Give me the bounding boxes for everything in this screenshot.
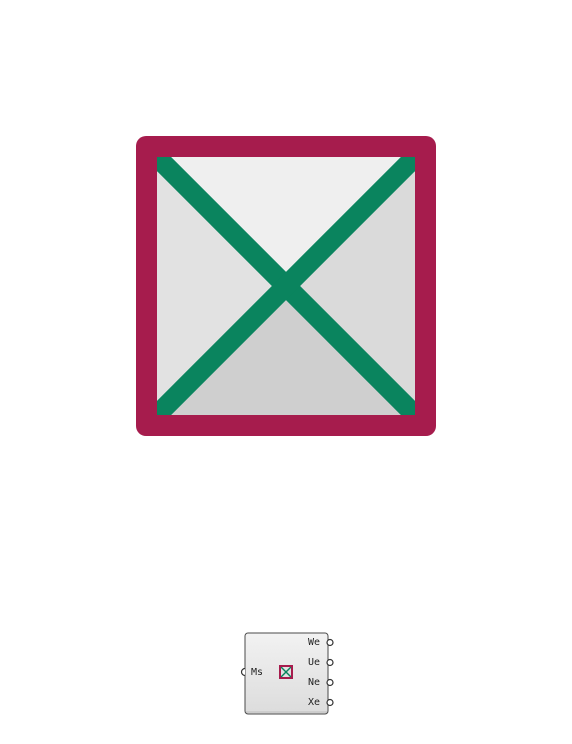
box-cross-icon [136,136,436,436]
output-label-ue: Ue [308,657,321,668]
input-grip-ms[interactable] [240,667,246,677]
output-grip-we[interactable] [326,638,334,647]
output-label-we: We [308,637,321,648]
output-label-ne: Ne [308,677,321,688]
output-grip-ne[interactable] [326,678,334,687]
input-label-ms: Ms [251,667,264,678]
box-cross-icon [279,665,293,679]
output-grip-xe[interactable] [326,698,334,707]
output-label-xe: Xe [308,697,321,708]
output-grip-ue[interactable] [326,658,334,667]
